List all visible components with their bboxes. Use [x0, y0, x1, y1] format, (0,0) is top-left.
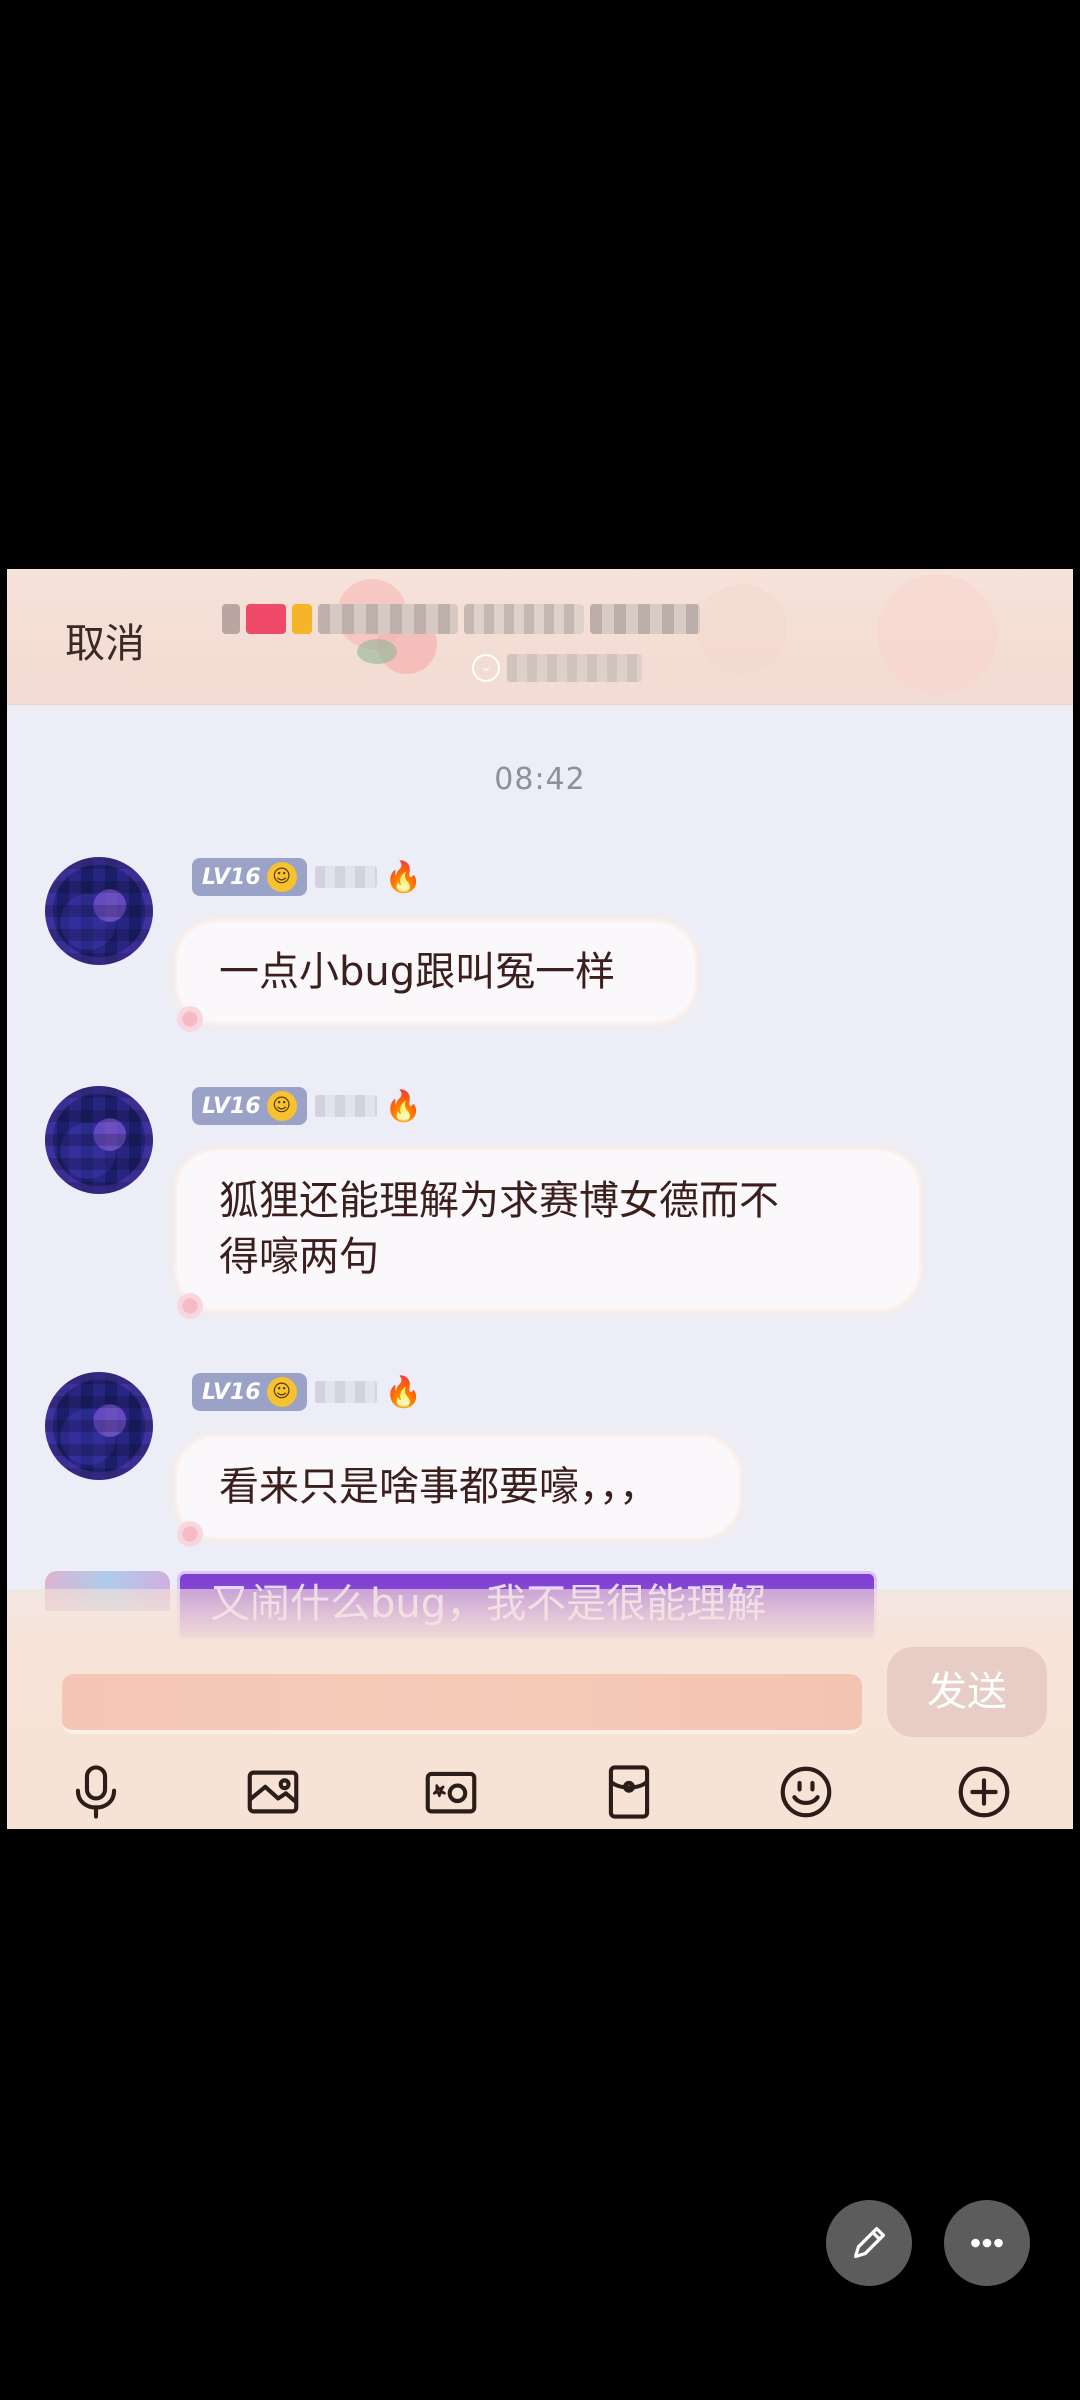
- flower-decoration-icon: [175, 1291, 205, 1321]
- chat-window: 取消 ⌄ 08:42 LV16 ☺ 🔥 一点小bug跟叫冤一样 LV16 ☺ 🔥…: [7, 569, 1073, 1829]
- grin-icon: ☺: [266, 1091, 297, 1121]
- fire-icon: 🔥: [384, 859, 422, 895]
- level-label: LV16: [202, 1093, 261, 1119]
- message-timestamp: 08:42: [494, 762, 586, 797]
- nickname-obscured[interactable]: [314, 1381, 377, 1403]
- edit-button[interactable]: [826, 2200, 912, 2286]
- plus-icon[interactable]: [949, 1757, 1019, 1827]
- input-toolbar: [7, 1754, 1073, 1829]
- grin-icon: ☺: [266, 1377, 297, 1407]
- message-text-line: 得嚎两句: [219, 1234, 379, 1280]
- chat-header: 取消 ⌄: [7, 569, 1073, 705]
- emoji-icon[interactable]: [771, 1757, 841, 1827]
- send-button[interactable]: 发送: [887, 1647, 1047, 1737]
- message-input[interactable]: [62, 1674, 862, 1734]
- chevron-down-icon[interactable]: ⌄: [472, 654, 500, 682]
- message-text: 看来只是啥事都要嚎，，，: [219, 1464, 659, 1510]
- avatar[interactable]: [45, 1086, 153, 1194]
- message-text: 一点小bug跟叫冤一样: [219, 949, 616, 995]
- nickname-obscured[interactable]: [314, 866, 377, 888]
- level-badge: LV16 ☺: [192, 1373, 307, 1411]
- flower-decoration-icon: [175, 1519, 205, 1549]
- image-icon[interactable]: [238, 1757, 308, 1827]
- fire-icon: 🔥: [384, 1374, 422, 1410]
- avatar[interactable]: [45, 857, 153, 965]
- sender-meta: LV16 ☺ 🔥: [192, 857, 422, 897]
- fire-icon: 🔥: [384, 1088, 422, 1124]
- level-label: LV16: [202, 1379, 261, 1405]
- chat-subtitle-obscured: [507, 654, 642, 682]
- message-text-line: 狐狸还能理解为求赛博女德而不: [219, 1178, 779, 1224]
- avatar[interactable]: [45, 1372, 153, 1480]
- chat-title-obscured[interactable]: [222, 599, 762, 639]
- message-bubble[interactable]: 看来只是啥事都要嚎，，，: [177, 1437, 739, 1537]
- pencil-icon: [853, 2226, 886, 2259]
- message-bubble[interactable]: 狐狸还能理解为求赛博女德而不 得嚎两句: [177, 1151, 919, 1309]
- nickname-obscured[interactable]: [314, 1095, 377, 1117]
- level-badge: LV16 ☺: [192, 1087, 307, 1125]
- sender-meta: LV16 ☺ 🔥: [192, 1372, 422, 1412]
- level-label: LV16: [202, 864, 261, 890]
- sender-meta: LV16 ☺ 🔥: [192, 1086, 422, 1126]
- grin-icon: ☺: [266, 862, 297, 892]
- level-badge: LV16 ☺: [192, 858, 307, 896]
- more-button[interactable]: [944, 2200, 1030, 2286]
- camera-icon[interactable]: [416, 1757, 486, 1827]
- red-packet-icon[interactable]: [594, 1757, 664, 1827]
- microphone-icon[interactable]: [61, 1757, 131, 1827]
- message-bubble[interactable]: 一点小bug跟叫冤一样: [177, 922, 695, 1022]
- flower-decoration-icon: [175, 1004, 205, 1034]
- cancel-button[interactable]: 取消: [65, 611, 145, 669]
- input-area: 发送: [7, 1589, 1073, 1829]
- more-icon: [971, 2238, 1003, 2248]
